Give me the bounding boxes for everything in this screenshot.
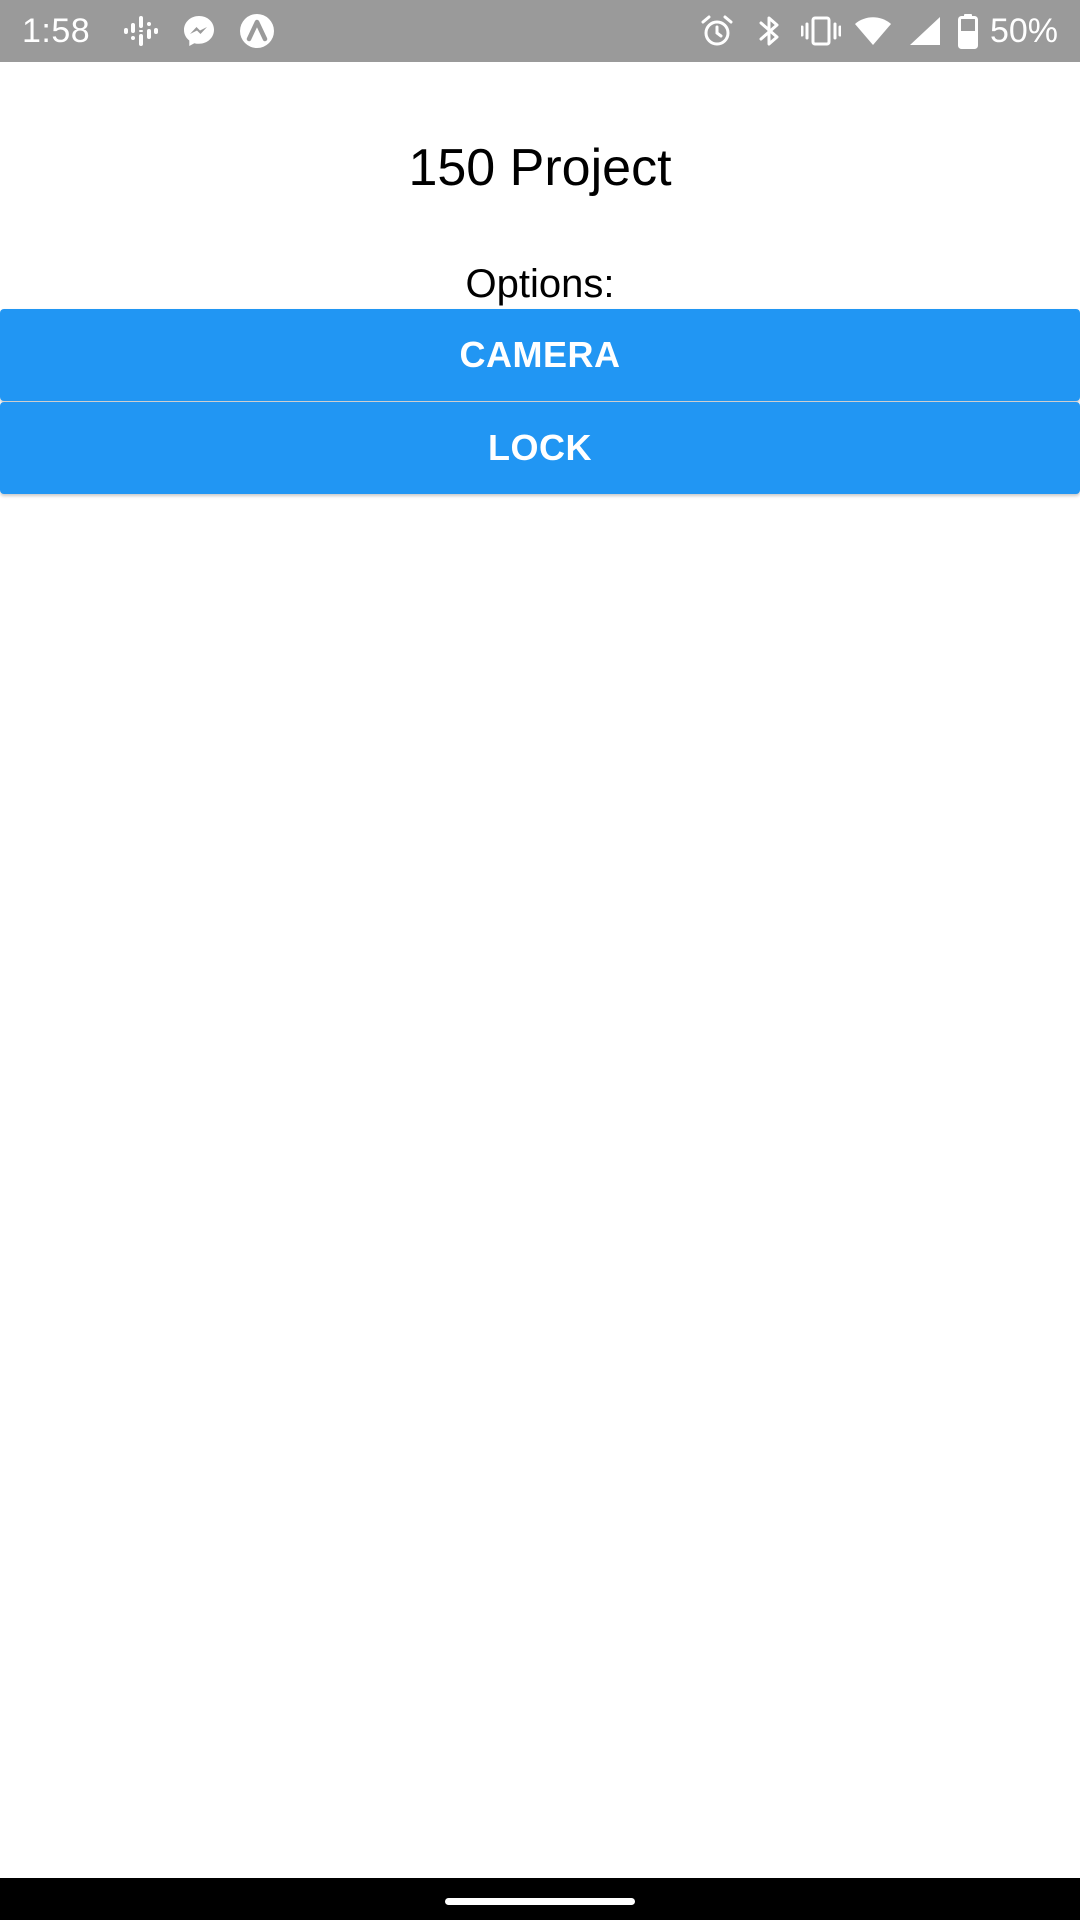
camera-button[interactable]: CAMERA (0, 309, 1080, 401)
cellular-signal-icon (904, 10, 946, 52)
status-bar-right: 50% (696, 10, 1058, 52)
wifi-icon (852, 10, 894, 52)
messenger-icon (178, 10, 220, 52)
status-bar-left: 1:58 (22, 10, 294, 52)
vibrate-icon (800, 10, 842, 52)
page-title: 150 Project (408, 139, 672, 197)
bluetooth-icon (748, 10, 790, 52)
lock-button[interactable]: LOCK (0, 402, 1080, 494)
alarm-icon (696, 10, 738, 52)
battery-percentage: 50% (989, 11, 1058, 50)
battery-icon (956, 10, 980, 52)
podcasts-icon (120, 10, 162, 52)
status-bar: 1:58 50% (0, 0, 1080, 62)
status-time: 1:58 (22, 11, 91, 50)
app-notification-icon (236, 10, 278, 52)
app-screen: 1:58 50% 150 Project Options: CAMERA LOC… (0, 0, 1080, 1920)
home-indicator[interactable] (445, 1898, 635, 1905)
options-label: Options: (465, 262, 615, 306)
